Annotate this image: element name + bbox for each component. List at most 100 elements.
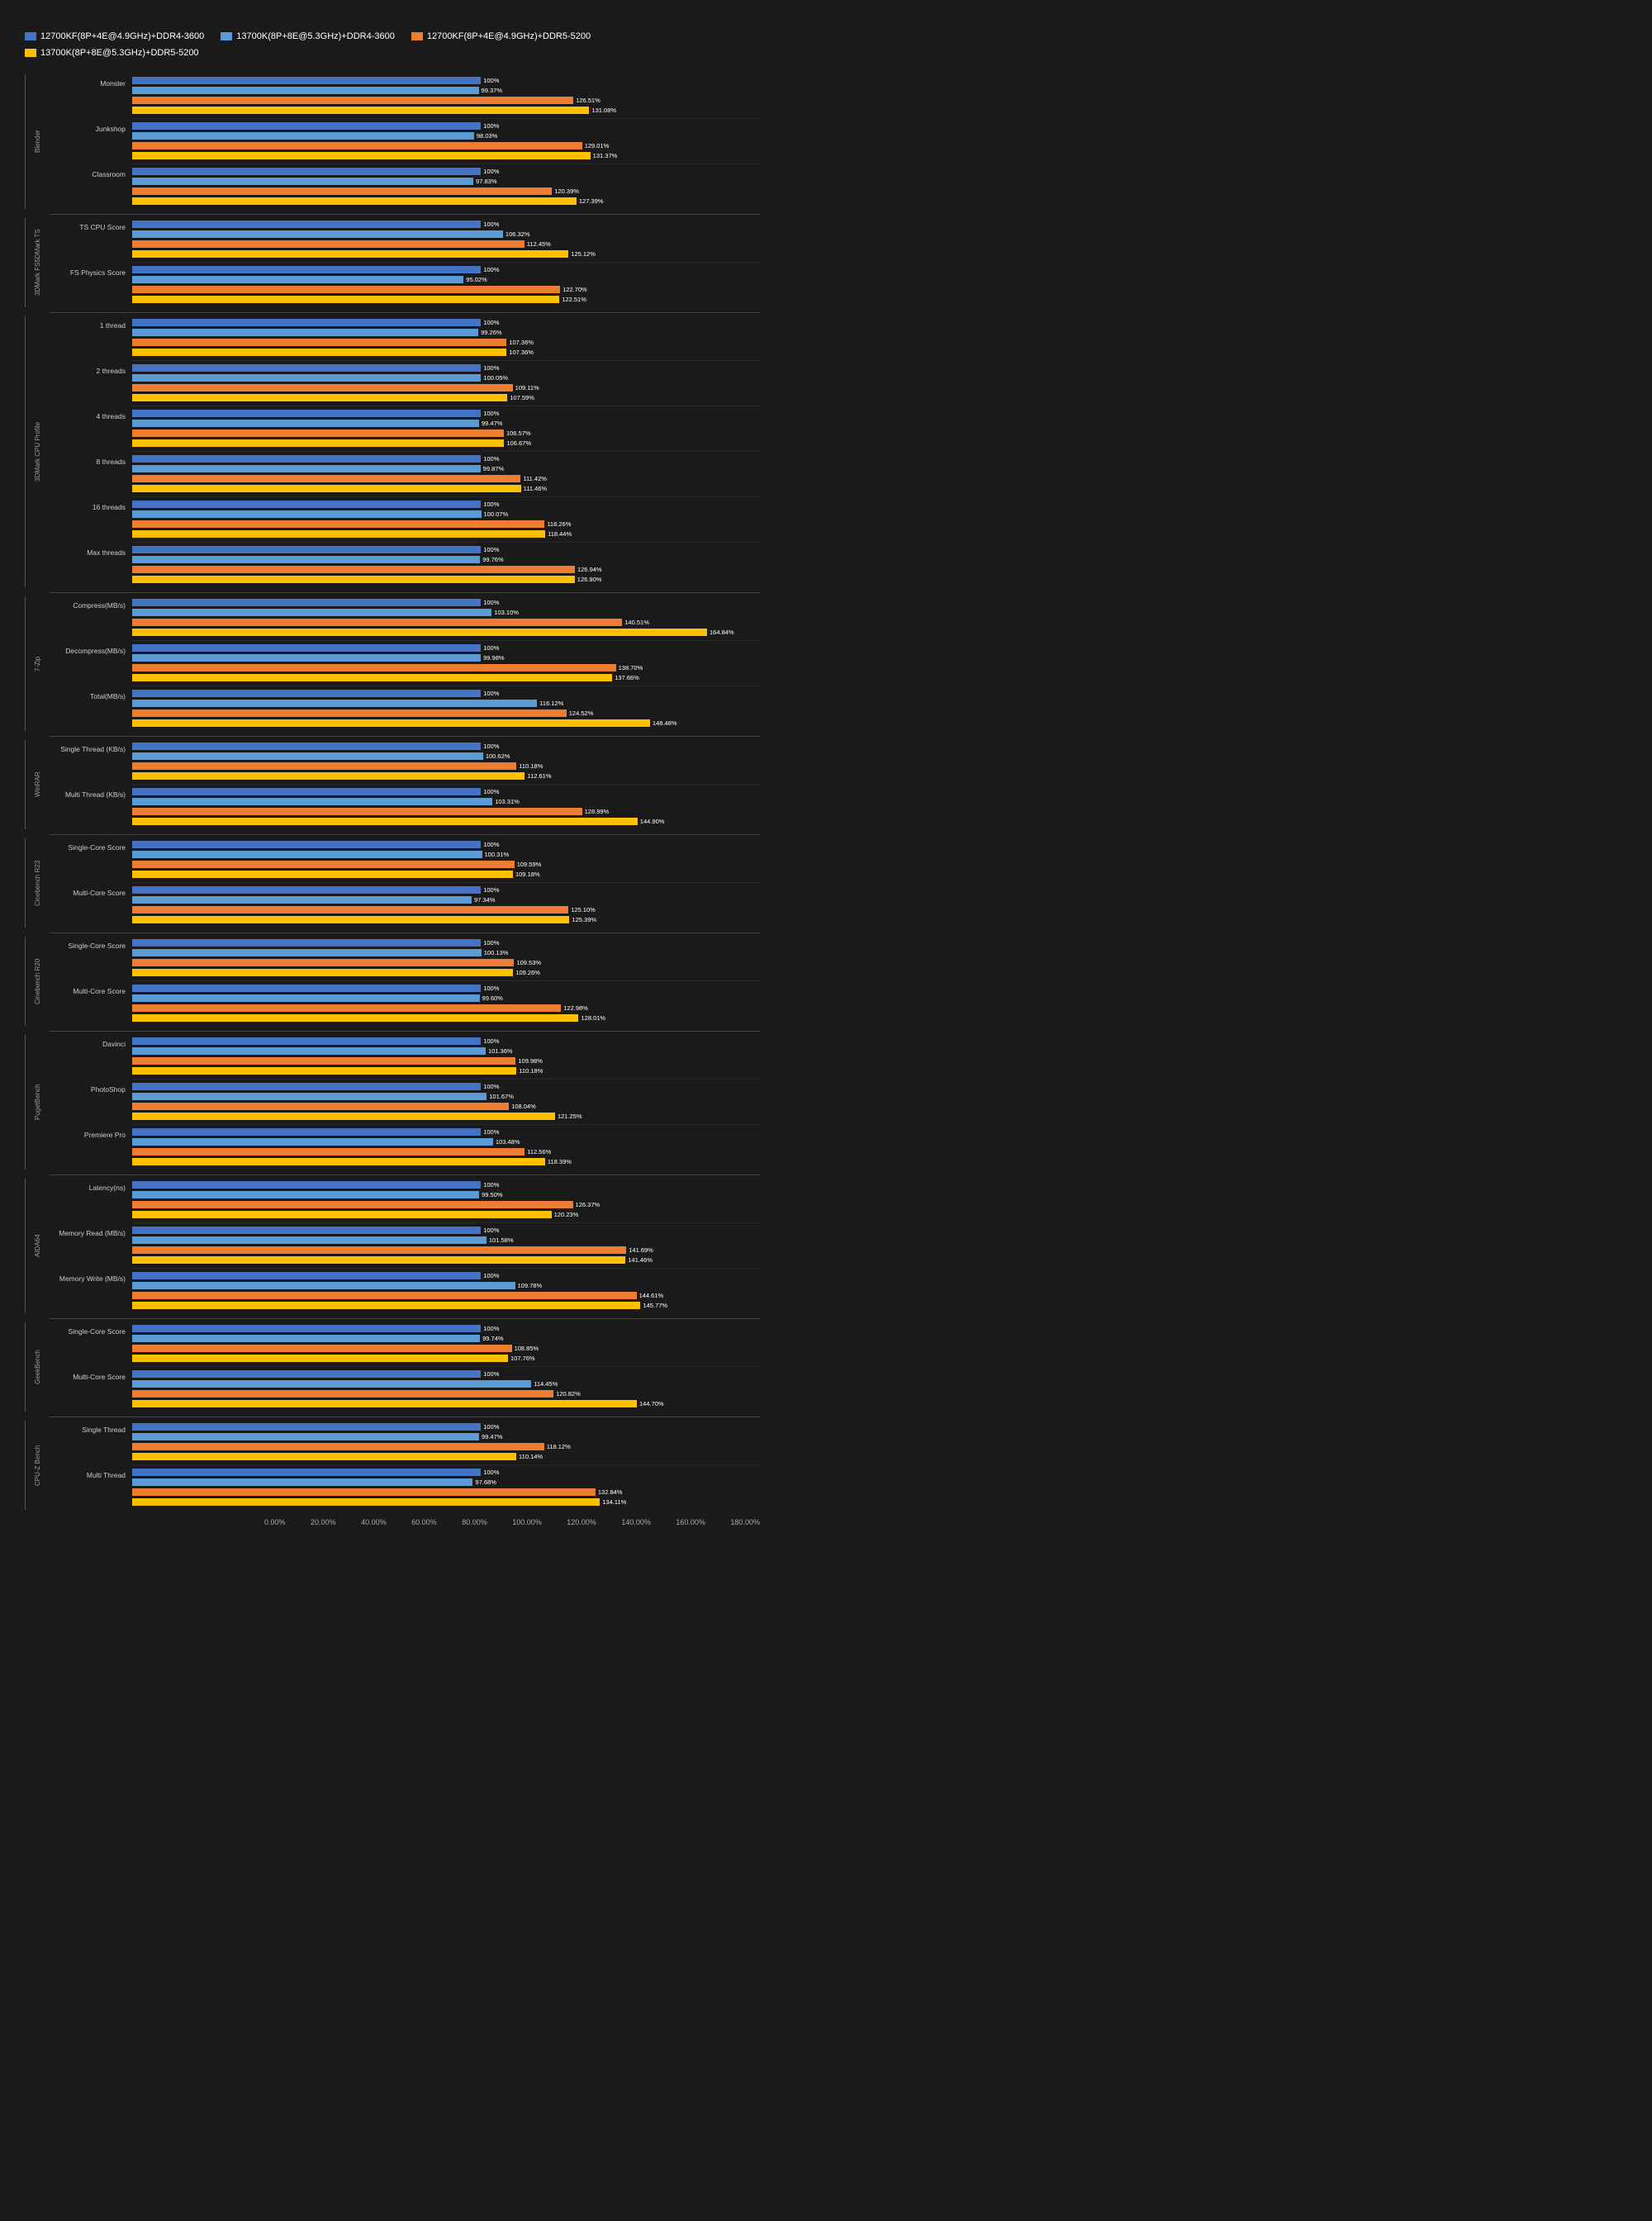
row-name-4-0: Single Thread (KB/s)	[50, 740, 132, 753]
bar-pct-2-0-0: 100%	[483, 319, 499, 326]
bar-fill-3-0-2	[132, 619, 622, 626]
bar-pct-0-0-0: 100%	[483, 77, 499, 84]
bar-line-7-0-2: 109.98%	[132, 1056, 760, 1065]
row-name-0-2: Classroom	[50, 165, 132, 178]
bar-fill-2-5-1	[132, 556, 480, 563]
bar-fill-9-0-1	[132, 1335, 480, 1342]
bar-fill-6-0-3	[132, 969, 513, 976]
bar-line-2-0-2: 107.36%	[132, 338, 760, 347]
bar-fill-1-1-0	[132, 266, 481, 273]
row-0-2: Classroom100%97.83%120.39%127.39%	[50, 165, 760, 208]
row-name-2-3: 8 threads	[50, 453, 132, 466]
bar-pct-7-1-0: 100%	[483, 1083, 499, 1090]
bar-line-6-1-2: 122.98%	[132, 1004, 760, 1013]
bar-line-2-0-0: 100%	[132, 318, 760, 327]
bar-pct-2-0-1: 99.26%	[481, 329, 501, 336]
bar-fill-2-2-1	[132, 420, 479, 427]
bar-line-4-0-0: 100%	[132, 742, 760, 751]
bar-pct-7-2-3: 118.39%	[548, 1158, 572, 1165]
bar-line-2-5-1: 99.76%	[132, 555, 760, 564]
row-7-0: Davinci100%101.36%109.98%110.18%	[50, 1035, 760, 1078]
row-6-0: Single-Core Score100%100.13%109.53%109.2…	[50, 937, 760, 980]
bar-fill-6-0-1	[132, 949, 482, 956]
row-name-0-0: Monster	[50, 74, 132, 88]
bar-pct-4-0-2: 110.18%	[519, 762, 543, 770]
bar-pct-8-0-1: 99.50%	[482, 1191, 502, 1198]
bar-pct-8-2-1: 109.78%	[518, 1282, 543, 1289]
section-7: PugetBenchDavinci100%101.36%109.98%110.1…	[25, 1035, 760, 1170]
bar-fill-2-5-0	[132, 546, 481, 553]
bar-line-2-3-0: 100%	[132, 454, 760, 463]
bar-line-5-1-2: 125.10%	[132, 905, 760, 914]
bar-pct-3-0-0: 100%	[483, 599, 499, 606]
bar-pct-8-1-0: 100%	[483, 1227, 499, 1234]
section-label-5: Cinebench R23	[25, 838, 50, 928]
legend-item-2: 12700KF(8P+4E@4.9GHz)+DDR5-5200	[411, 31, 591, 41]
row-8-1: Memory Read (MB/s)100%101.58%141.69%141.…	[50, 1224, 760, 1267]
bar-fill-0-1-3	[132, 152, 591, 159]
bar-line-0-1-1: 98.03%	[132, 131, 760, 140]
bar-line-7-0-0: 100%	[132, 1037, 760, 1046]
bar-pct-0-2-2: 120.39%	[554, 187, 579, 195]
bar-line-7-2-3: 118.39%	[132, 1157, 760, 1166]
bar-pct-7-0-0: 100%	[483, 1037, 499, 1045]
bar-pct-2-1-3: 107.59%	[510, 394, 534, 401]
bar-pct-9-0-2: 108.85%	[515, 1345, 539, 1352]
bar-line-8-0-3: 120.23%	[132, 1210, 760, 1219]
row-8-2: Memory Write (MB/s)100%109.78%144.61%145…	[50, 1269, 760, 1312]
bar-line-7-2-1: 103.48%	[132, 1137, 760, 1146]
bar-fill-2-1-1	[132, 374, 481, 382]
bar-line-2-0-3: 107.36%	[132, 348, 760, 357]
bar-fill-0-1-2	[132, 142, 582, 149]
bar-fill-1-0-2	[132, 240, 525, 248]
x-axis-label-7: 140.00%	[621, 1518, 651, 1526]
bar-line-2-5-3: 126.90%	[132, 575, 760, 584]
bar-pct-2-0-2: 107.36%	[509, 339, 534, 346]
bar-pct-9-0-1: 99.74%	[482, 1335, 503, 1342]
row-name-2-2: 4 threads	[50, 407, 132, 420]
bar-pct-0-2-0: 100%	[483, 168, 499, 175]
bar-line-4-0-3: 112.61%	[132, 771, 760, 781]
bar-line-3-1-1: 99.98%	[132, 653, 760, 662]
bar-pct-10-0-1: 99.47%	[482, 1433, 502, 1440]
bar-pct-8-1-2: 141.69%	[629, 1246, 653, 1254]
row-10-1: Multi Thread100%97.68%132.84%134.11%	[50, 1466, 760, 1509]
bar-fill-10-1-0	[132, 1469, 481, 1476]
row-name-8-1: Memory Read (MB/s)	[50, 1224, 132, 1237]
bar-line-1-1-2: 122.70%	[132, 285, 760, 294]
bar-fill-3-2-3	[132, 719, 650, 727]
bar-pct-2-3-2: 111.42%	[523, 475, 547, 482]
bar-pct-2-1-2: 109.11%	[515, 384, 539, 392]
bar-fill-8-0-3	[132, 1211, 552, 1218]
bar-pct-2-2-0: 100%	[483, 410, 499, 417]
row-1-0: TS CPU Score100%106.32%112.45%125.12%	[50, 218, 760, 261]
bar-line-2-1-1: 100.05%	[132, 373, 760, 382]
bar-line-8-2-1: 109.78%	[132, 1281, 760, 1290]
bar-fill-8-0-1	[132, 1191, 479, 1198]
bar-pct-5-1-0: 100%	[483, 886, 499, 894]
bar-fill-1-1-2	[132, 286, 560, 293]
row-name-9-0: Single-Core Score	[50, 1322, 132, 1336]
row-name-8-2: Memory Write (MB/s)	[50, 1269, 132, 1283]
bar-line-10-0-2: 118.12%	[132, 1442, 760, 1451]
legend-label-2: 12700KF(8P+4E@4.9GHz)+DDR5-5200	[427, 31, 591, 41]
bar-line-9-0-0: 100%	[132, 1324, 760, 1333]
bar-fill-8-2-2	[132, 1292, 637, 1299]
bar-line-7-0-1: 101.36%	[132, 1046, 760, 1056]
row-3-0: Compress(MB/s)100%103.10%140.51%164.84%	[50, 596, 760, 639]
bar-line-0-1-3: 131.37%	[132, 151, 760, 160]
row-name-9-1: Multi-Core Score	[50, 1368, 132, 1381]
bar-line-2-1-3: 107.59%	[132, 393, 760, 402]
bar-fill-7-0-0	[132, 1037, 481, 1045]
bar-pct-7-2-0: 100%	[483, 1128, 499, 1136]
bar-pct-2-3-0: 100%	[483, 455, 499, 463]
bar-fill-4-0-0	[132, 743, 481, 750]
bar-line-4-1-1: 103.31%	[132, 797, 760, 806]
bar-pct-2-5-1: 99.76%	[482, 556, 503, 563]
bar-fill-7-2-3	[132, 1158, 545, 1165]
bar-line-6-0-0: 100%	[132, 938, 760, 947]
row-2-0: 1 thread100%99.26%107.36%107.36%	[50, 316, 760, 359]
bar-fill-2-1-2	[132, 384, 513, 392]
bar-fill-2-5-3	[132, 576, 575, 583]
bar-pct-10-0-2: 118.12%	[547, 1443, 571, 1450]
